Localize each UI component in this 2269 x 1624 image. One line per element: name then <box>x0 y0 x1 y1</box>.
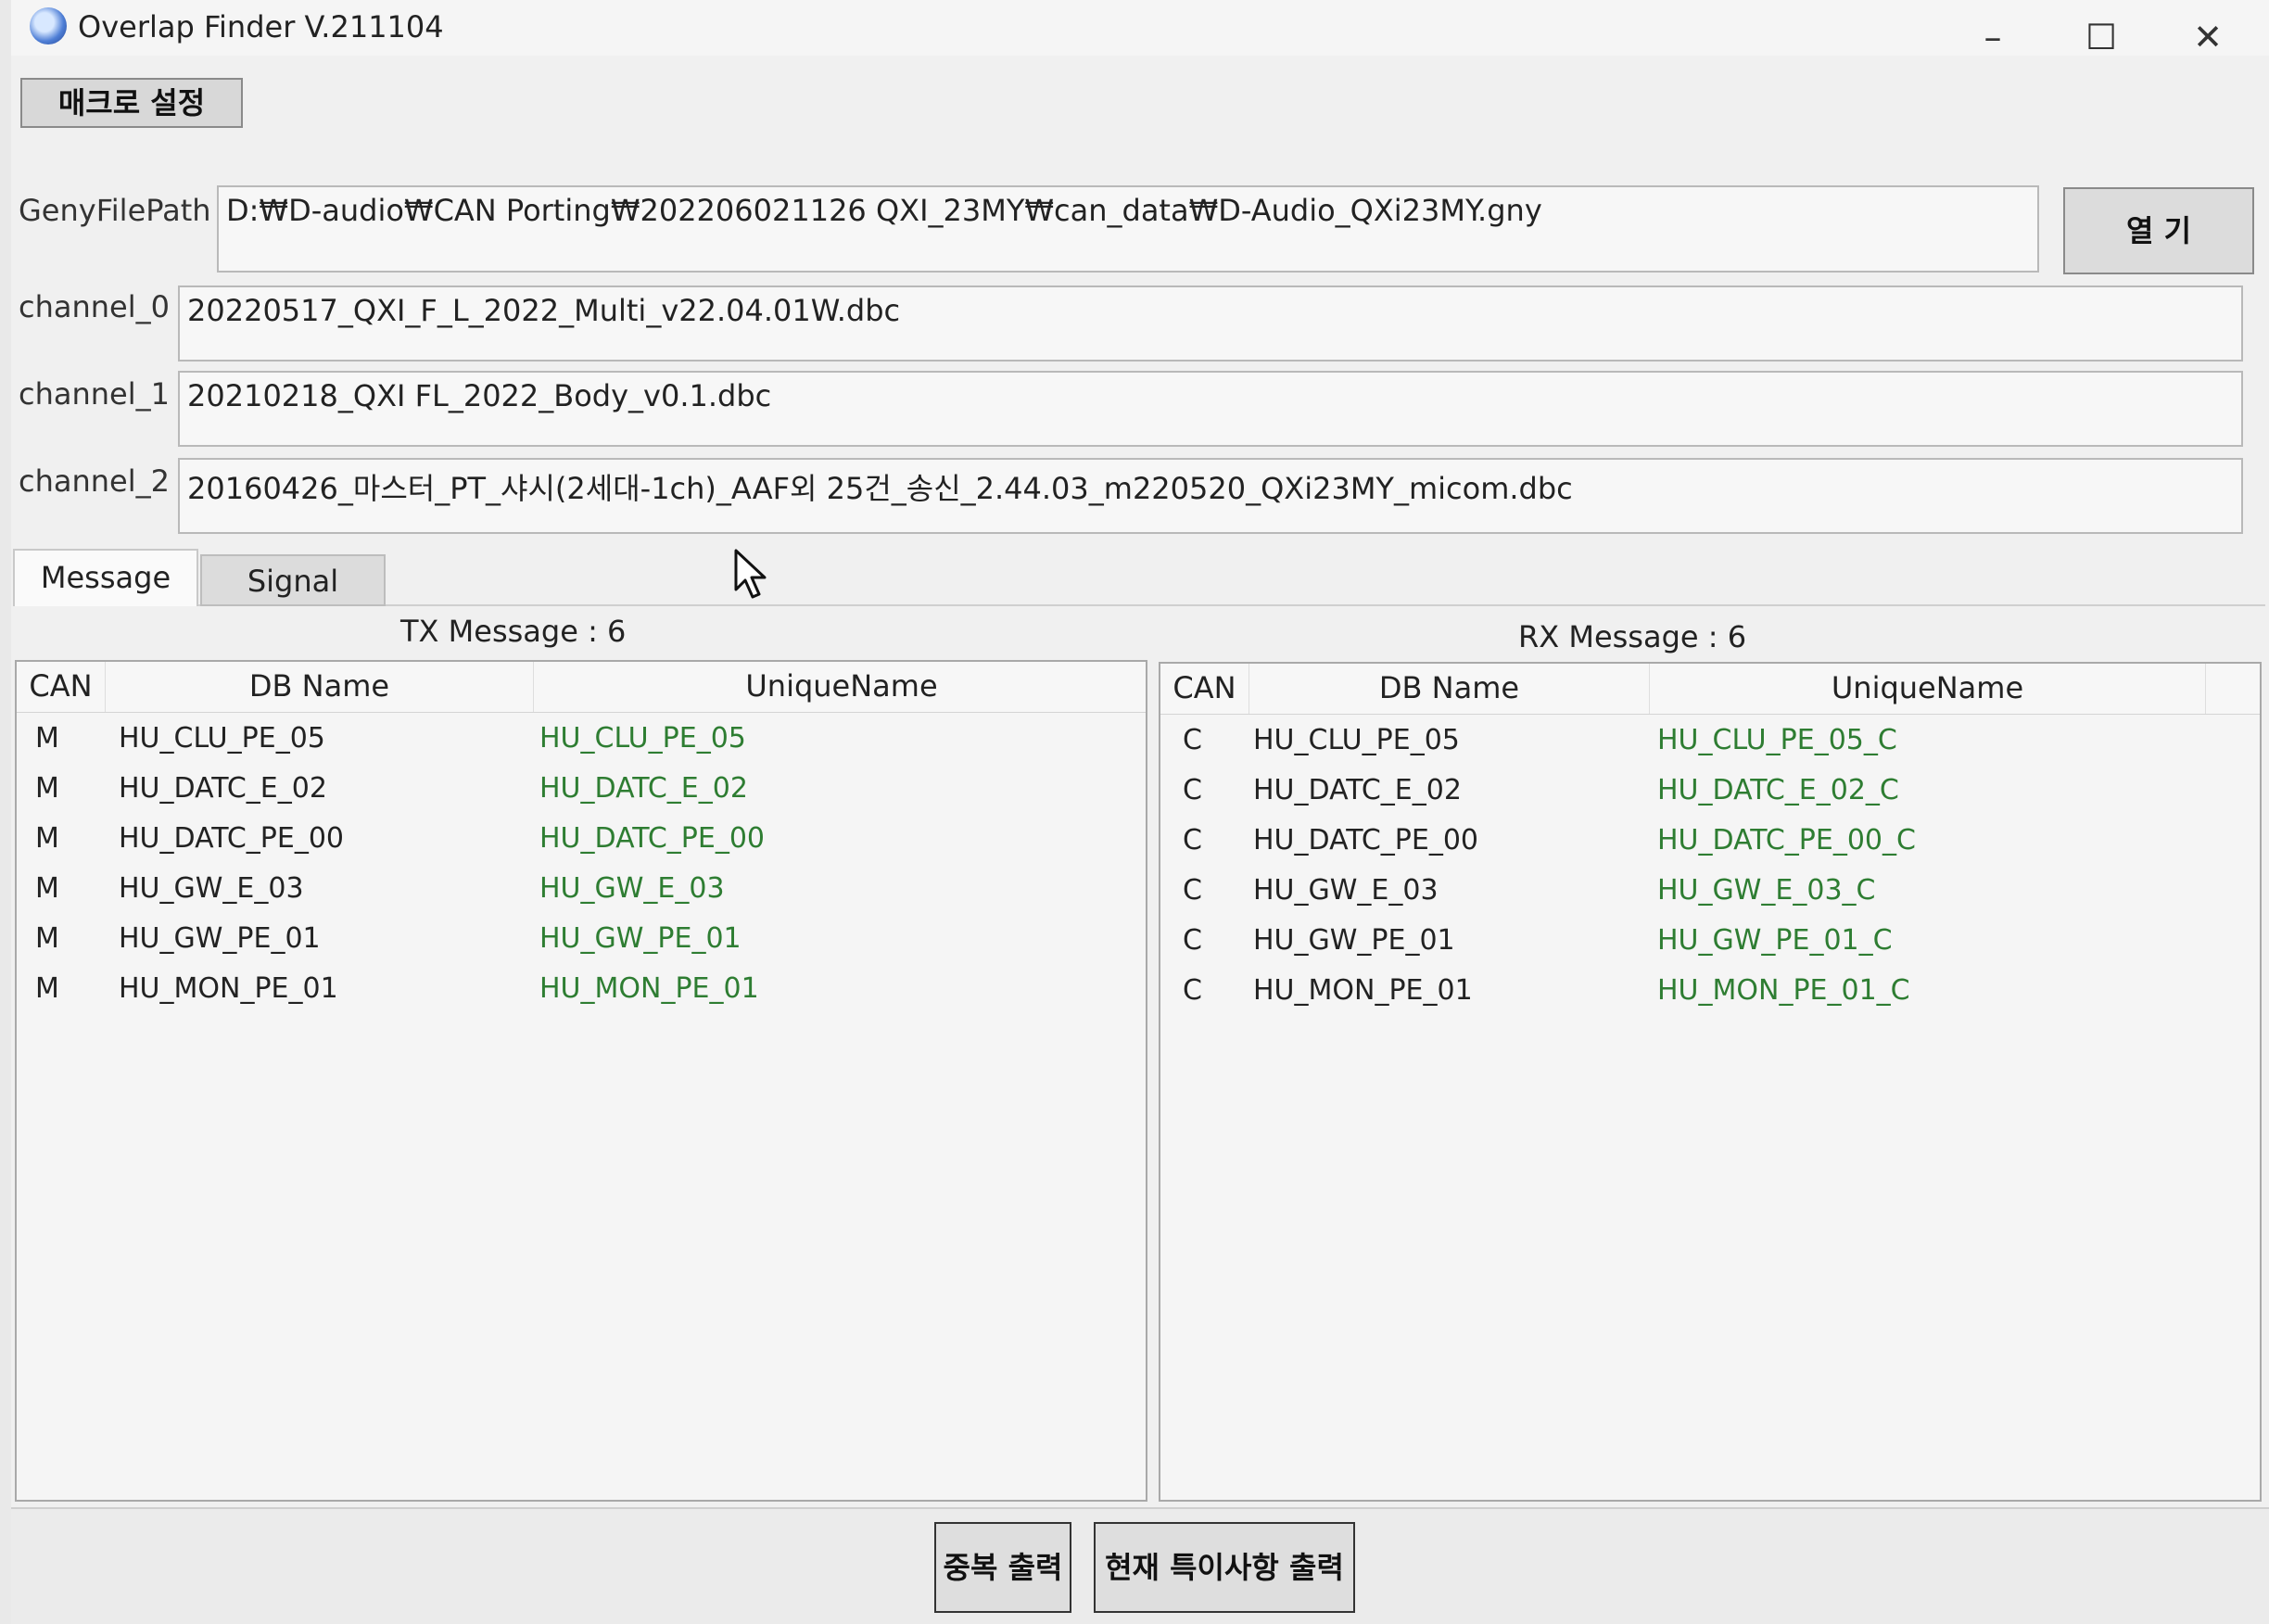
rx-col-can[interactable]: CAN <box>1160 664 1249 714</box>
table-row[interactable]: M HU_GW_E_03 HU_GW_E_03 <box>17 864 1146 914</box>
window-title: Overlap Finder V.211104 <box>78 9 444 44</box>
rx-col-db-name[interactable]: DB Name <box>1249 664 1650 714</box>
db-name-cell: HU_MON_PE_01 <box>119 972 338 1005</box>
can-cell: M <box>35 822 59 855</box>
table-row[interactable]: C HU_GW_PE_01 HU_GW_PE_01_C <box>1160 916 2260 966</box>
channel-2-label: channel_2 <box>19 463 170 499</box>
table-row[interactable]: M HU_GW_PE_01 HU_GW_PE_01 <box>17 914 1146 964</box>
unique-name-cell: HU_DATC_E_02 <box>539 772 748 805</box>
can-cell: C <box>1183 724 1202 756</box>
can-cell: C <box>1183 824 1202 856</box>
unique-name-cell: HU_CLU_PE_05_C <box>1657 724 1897 756</box>
rx-grid-header: CAN DB Name UniqueName <box>1160 664 2260 715</box>
tx-col-unique-name[interactable]: UniqueName <box>534 662 1149 712</box>
table-row[interactable]: M HU_DATC_E_02 HU_DATC_E_02 <box>17 764 1146 814</box>
close-button[interactable]: ✕ <box>2180 17 2236 57</box>
geny-file-path-field[interactable]: D:₩D-audio₩CAN Porting₩202206021126 QXI_… <box>217 185 2039 273</box>
channel-0-field[interactable]: 20220517_QXI_F_L_2022_Multi_v22.04.01W.d… <box>178 285 2243 362</box>
db-name-cell: HU_GW_PE_01 <box>1253 924 1455 957</box>
minimize-button[interactable]: – <box>1965 17 2021 57</box>
title-bar: Overlap Finder V.211104 – ☐ ✕ <box>11 0 2269 57</box>
table-row[interactable]: C HU_MON_PE_01 HU_MON_PE_01_C <box>1160 966 2260 1016</box>
channel-1-field[interactable]: 20210218_QXI FL_2022_Body_v0.1.dbc <box>178 371 2243 447</box>
unique-name-cell: HU_GW_E_03_C <box>1657 874 1876 907</box>
db-name-cell: HU_CLU_PE_05 <box>1253 724 1460 756</box>
table-row[interactable]: M HU_MON_PE_01 HU_MON_PE_01 <box>17 964 1146 1014</box>
unique-name-cell: HU_GW_PE_01_C <box>1657 924 1893 957</box>
unique-name-cell: HU_DATC_PE_00 <box>539 822 766 855</box>
tx-message-count: TX Message : 6 <box>400 614 627 649</box>
rx-message-count: RX Message : 6 <box>1518 619 1747 654</box>
db-name-cell: HU_DATC_E_02 <box>1253 774 1462 806</box>
unique-name-cell: HU_CLU_PE_05 <box>539 722 746 755</box>
db-name-cell: HU_GW_PE_01 <box>119 922 321 955</box>
maximize-button[interactable]: ☐ <box>2073 17 2129 57</box>
table-row[interactable]: C HU_CLU_PE_05 HU_CLU_PE_05_C <box>1160 716 2260 766</box>
can-cell: M <box>35 772 59 805</box>
db-name-cell: HU_GW_E_03 <box>1253 874 1439 907</box>
can-cell: M <box>35 872 59 905</box>
unique-name-cell: HU_DATC_PE_00_C <box>1657 824 1916 856</box>
tab-signal[interactable]: Signal <box>200 554 386 606</box>
can-cell: C <box>1183 924 1202 957</box>
current-special-notes-output-button[interactable]: 현재 특이사항 출력 <box>1094 1522 1355 1613</box>
db-name-cell: HU_DATC_PE_00 <box>119 822 345 855</box>
rx-message-grid[interactable]: CAN DB Name UniqueName C HU_CLU_PE_05 HU… <box>1159 662 2262 1502</box>
table-row[interactable]: C HU_GW_E_03 HU_GW_E_03_C <box>1160 866 2260 916</box>
can-cell: M <box>35 722 59 755</box>
tx-col-can[interactable]: CAN <box>17 662 106 712</box>
db-name-cell: HU_DATC_E_02 <box>119 772 327 805</box>
table-row[interactable]: C HU_DATC_E_02 HU_DATC_E_02_C <box>1160 766 2260 816</box>
channel-2-field[interactable]: 20160426_마스터_PT_샤시(2세대-1ch)_AAF외 25건_송신_… <box>178 458 2243 534</box>
tx-grid-header: CAN DB Name UniqueName <box>17 662 1146 713</box>
app-window: Overlap Finder V.211104 – ☐ ✕ 매크로 설정 Gen… <box>11 0 2269 1624</box>
unique-name-cell: HU_MON_PE_01 <box>539 972 759 1005</box>
can-cell: C <box>1183 874 1202 907</box>
geny-file-path-label: GenyFilePath <box>19 193 211 228</box>
mouse-pointer-icon <box>734 549 767 599</box>
unique-name-cell: HU_GW_PE_01 <box>539 922 742 955</box>
rx-col-unique-name[interactable]: UniqueName <box>1650 664 2206 714</box>
tx-col-db-name[interactable]: DB Name <box>106 662 534 712</box>
table-row[interactable]: C HU_DATC_PE_00 HU_DATC_PE_00_C <box>1160 816 2260 866</box>
can-cell: C <box>1183 774 1202 806</box>
tab-message[interactable]: Message <box>13 549 198 606</box>
unique-name-cell: HU_DATC_E_02_C <box>1657 774 1899 806</box>
db-name-cell: HU_GW_E_03 <box>119 872 304 905</box>
channel-0-label: channel_0 <box>19 289 170 324</box>
tx-message-grid[interactable]: CAN DB Name UniqueName M HU_CLU_PE_05 HU… <box>15 660 1147 1502</box>
unique-name-cell: HU_MON_PE_01_C <box>1657 974 1910 1007</box>
db-name-cell: HU_CLU_PE_05 <box>119 722 325 755</box>
app-icon <box>30 7 67 44</box>
can-cell: C <box>1183 974 1202 1007</box>
table-row[interactable]: M HU_DATC_PE_00 HU_DATC_PE_00 <box>17 814 1146 864</box>
db-name-cell: HU_DATC_PE_00 <box>1253 824 1479 856</box>
can-cell: M <box>35 922 59 955</box>
table-row[interactable]: M HU_CLU_PE_05 HU_CLU_PE_05 <box>17 714 1146 764</box>
macro-settings-button[interactable]: 매크로 설정 <box>20 78 243 128</box>
db-name-cell: HU_MON_PE_01 <box>1253 974 1473 1007</box>
unique-name-cell: HU_GW_E_03 <box>539 872 725 905</box>
open-button[interactable]: 열 기 <box>2063 187 2254 274</box>
duplicate-output-button[interactable]: 중복 출력 <box>934 1522 1071 1613</box>
can-cell: M <box>35 972 59 1005</box>
channel-1-label: channel_1 <box>19 376 170 412</box>
